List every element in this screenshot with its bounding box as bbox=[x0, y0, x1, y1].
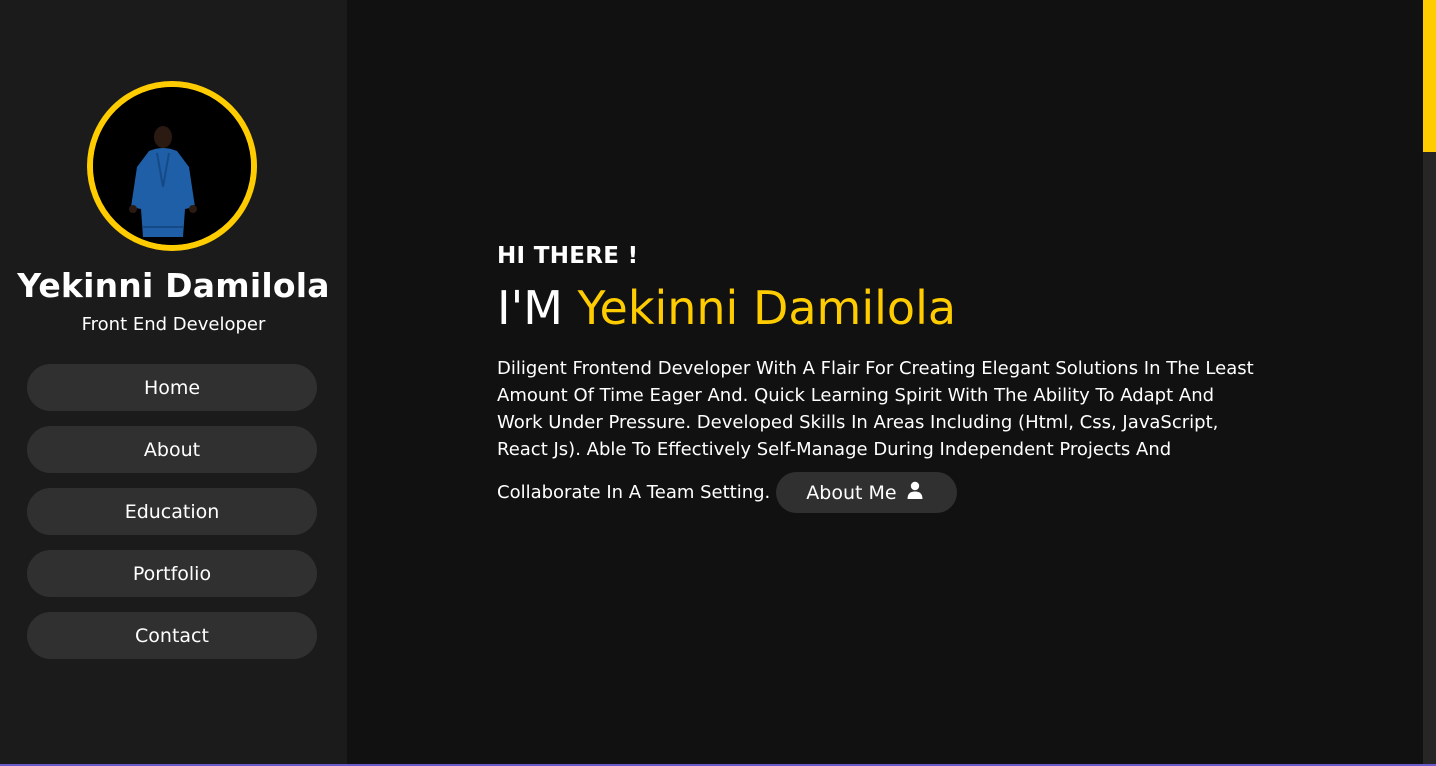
headline-prefix: I'M bbox=[497, 281, 563, 335]
bio-last-line: Collaborate In A Team Setting. bbox=[497, 482, 771, 503]
scrollbar-thumb[interactable] bbox=[1423, 0, 1436, 152]
nav-item-home[interactable]: Home bbox=[27, 364, 317, 411]
about-me-label: About Me bbox=[806, 481, 897, 504]
bio: Diligent Frontend Developer With A Flair… bbox=[497, 355, 1277, 463]
headline: I'M Yekinni Damilola bbox=[497, 281, 956, 335]
headline-name: Yekinni Damilola bbox=[577, 281, 957, 335]
user-icon bbox=[907, 481, 923, 504]
profile-photo bbox=[93, 87, 251, 245]
avatar bbox=[87, 81, 257, 251]
nav-item-education[interactable]: Education bbox=[27, 488, 317, 535]
scrollbar[interactable] bbox=[1423, 0, 1436, 766]
greeting: HI THERE ! bbox=[497, 243, 639, 269]
bio-line: React Js). Able To Effectively Self-Mana… bbox=[497, 439, 1172, 460]
hero-section: HI THERE ! I'M Yekinni Damilola Diligent… bbox=[347, 0, 1423, 766]
app: Yekinni Damilola Front End Developer Hom… bbox=[0, 0, 1436, 766]
profile-name: Yekinni Damilola bbox=[17, 266, 330, 305]
about-me-button[interactable]: About Me bbox=[776, 472, 957, 513]
bio-line: Diligent Frontend Developer With A Flair… bbox=[497, 358, 1254, 379]
profile-role: Front End Developer bbox=[81, 314, 266, 335]
bio-line: Work Under Pressure. Developed Skills In… bbox=[497, 412, 1219, 433]
bio-line: Amount Of Time Eager And. Quick Learning… bbox=[497, 385, 1215, 406]
nav-item-about[interactable]: About bbox=[27, 426, 317, 473]
bio-last-line-row: Collaborate In A Team Setting. About Me bbox=[497, 472, 957, 513]
sidebar: Yekinni Damilola Front End Developer Hom… bbox=[0, 0, 347, 766]
nav-item-contact[interactable]: Contact bbox=[27, 612, 317, 659]
nav-item-portfolio[interactable]: Portfolio bbox=[27, 550, 317, 597]
